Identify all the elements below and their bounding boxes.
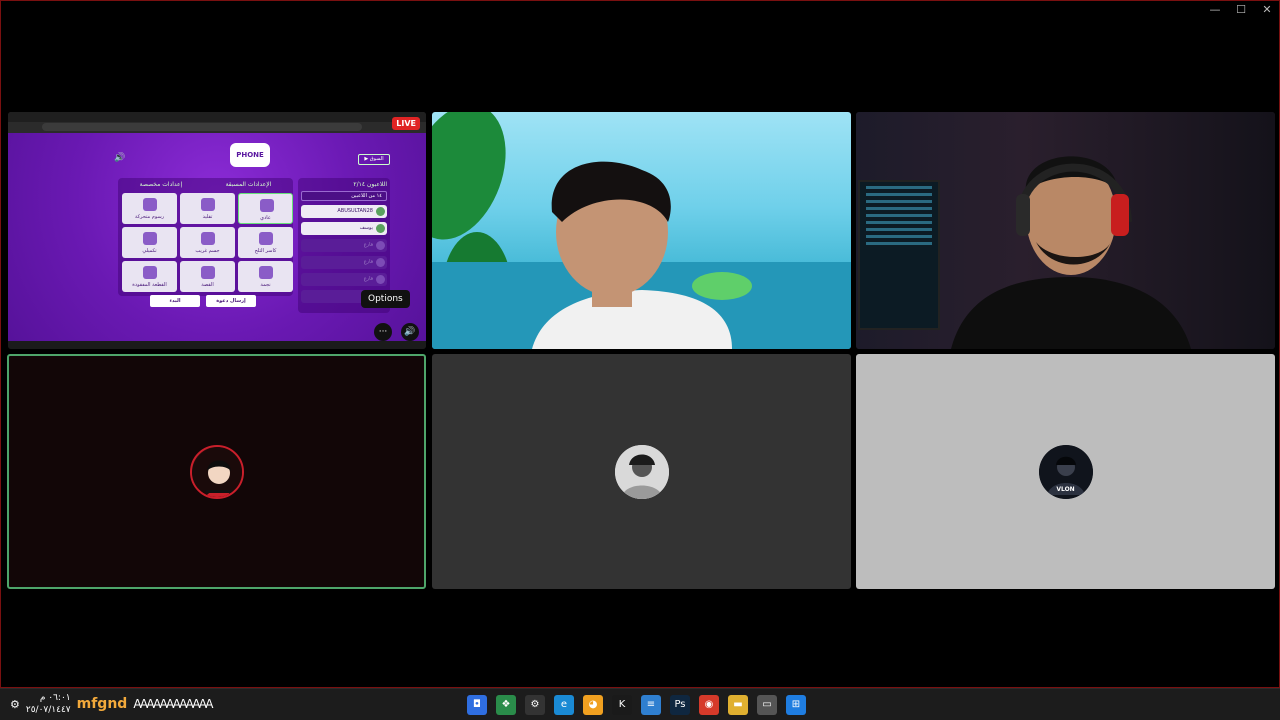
kick-icon[interactable]: K	[612, 695, 632, 715]
discord-icon[interactable]: ◕	[583, 695, 603, 715]
player-list: ABUSULTAN28يوسففارغفارغفارغفارغ	[301, 205, 387, 303]
chrome-icon[interactable]: ◉	[699, 695, 719, 715]
start-game-button: البدء	[150, 295, 200, 307]
participant-tile-speaking[interactable]	[7, 354, 426, 589]
taskbar-left: ⚙ ٠٦:٠١ م ٢٥/٠٧/١٤٤٧ mfgnd AAAAAAAAAAAA	[10, 692, 214, 716]
photoshop-icon[interactable]: Ps	[670, 695, 690, 715]
preset-settings-header: الإعدادات المسبقة	[225, 181, 272, 188]
settings-icon[interactable]: ⚙	[10, 698, 20, 711]
close-icon[interactable]: ✕	[1261, 3, 1273, 16]
participant-1-video	[532, 161, 732, 349]
participant-avatar-2	[614, 444, 669, 499]
minimize-icon[interactable]: —	[1209, 3, 1221, 16]
maximize-icon[interactable]: ☐	[1235, 3, 1247, 16]
live-badge: LIVE	[392, 117, 420, 130]
avatar-3-label: VLON	[1056, 485, 1075, 493]
edge-icon[interactable]: e	[554, 695, 574, 715]
shared-address-bar	[42, 123, 362, 131]
volume-icon[interactable]: 🔊	[401, 323, 419, 341]
mode-card: تقليد	[180, 193, 235, 224]
settings-icon[interactable]: ⚙	[525, 695, 545, 715]
clock-time: ٠٦:٠١ م	[39, 693, 71, 703]
mode-card: جسم غريب	[180, 227, 235, 258]
call-window: — ☐ ✕ LIVE 🔊 PHONE ▶ السوق إعدادات مخصصة…	[0, 0, 1280, 688]
mode-card: القصة	[180, 261, 235, 292]
mode-card: تكميلي	[122, 227, 177, 258]
shared-game-view: 🔊 PHONE ▶ السوق إعدادات مخصصة الإعدادات …	[8, 133, 426, 343]
player-row: فارغ	[301, 239, 387, 252]
invite-button: إرسال دعوة	[206, 295, 256, 307]
shared-taskbar	[8, 341, 426, 349]
terminal-icon[interactable]: ▭	[757, 695, 777, 715]
game-logo: PHONE	[230, 143, 270, 167]
players-select: ١٤ من اللاعبين	[301, 191, 387, 201]
game-sound-icon: 🔊	[114, 153, 126, 163]
screenshare-tile[interactable]: LIVE 🔊 PHONE ▶ السوق إعدادات مخصصة الإعد…	[8, 112, 426, 349]
participant-2-video	[951, 156, 1191, 349]
participant-camera-1[interactable]	[432, 112, 851, 349]
player-row: فارغ	[301, 256, 387, 269]
player-row: ABUSULTAN28	[301, 205, 387, 218]
participant-tile-3[interactable]: VLON	[856, 354, 1275, 589]
os-taskbar: ⚙ ٠٦:٠١ م ٢٥/٠٧/١٤٤٧ mfgnd AAAAAAAAAAAA …	[0, 688, 1280, 720]
participant-tile-2[interactable]	[432, 354, 851, 589]
mode-card: نجمة	[238, 261, 293, 292]
participant-avatar-1	[189, 444, 244, 499]
mode-card: القطعة المفقودة	[122, 261, 177, 292]
mode-card: كاسر الثلج	[238, 227, 293, 258]
players-title: اللاعبون ٢/١٤	[353, 181, 387, 188]
player-row: فارغ	[301, 273, 387, 286]
brand-text: mfgnd	[76, 696, 128, 712]
mode-card: رسوم متحركة	[122, 193, 177, 224]
panel-headers: إعدادات مخصصة الإعدادات المسبقة	[118, 178, 293, 191]
options-tooltip: Options	[361, 290, 410, 308]
notepad-icon[interactable]: ≡	[641, 695, 661, 715]
start-icon[interactable]: ⊞	[786, 695, 806, 715]
app-green-icon[interactable]: ❖	[496, 695, 516, 715]
player-row: يوسف	[301, 222, 387, 235]
clock-date: ٢٥/٠٧/١٤٤٧	[25, 705, 71, 715]
decorative-text: AAAAAAAAAAAA	[133, 697, 213, 711]
participant-camera-2[interactable]	[856, 112, 1275, 349]
explorer-icon[interactable]: ▬	[728, 695, 748, 715]
participant-avatar-3: VLON	[1038, 444, 1093, 499]
mode-grid: رسوم متحركة تقليد عادي تكميلي جسم غريب كاسر ا…	[118, 191, 293, 294]
shared-tab-bar	[8, 112, 426, 122]
shared-browser-chrome: LIVE	[8, 112, 426, 133]
custom-settings-header: إعدادات مخصصة	[139, 181, 183, 188]
roblox-icon[interactable]: ◘	[467, 695, 487, 715]
game-back-button: ▶ السوق	[358, 154, 390, 165]
more-options-icon[interactable]: ···	[374, 323, 392, 341]
mode-card: عادي	[238, 193, 293, 224]
clock[interactable]: ٠٦:٠١ م ٢٥/٠٧/١٤٤٧	[26, 692, 71, 716]
game-mode-panel: إعدادات مخصصة الإعدادات المسبقة رسوم متح…	[118, 178, 293, 296]
window-controls: — ☐ ✕	[1209, 3, 1273, 16]
taskbar-apps: ◘ ❖ ⚙ e ◕ K ≡ Ps ◉ ▬ ▭ ⊞	[467, 695, 806, 715]
